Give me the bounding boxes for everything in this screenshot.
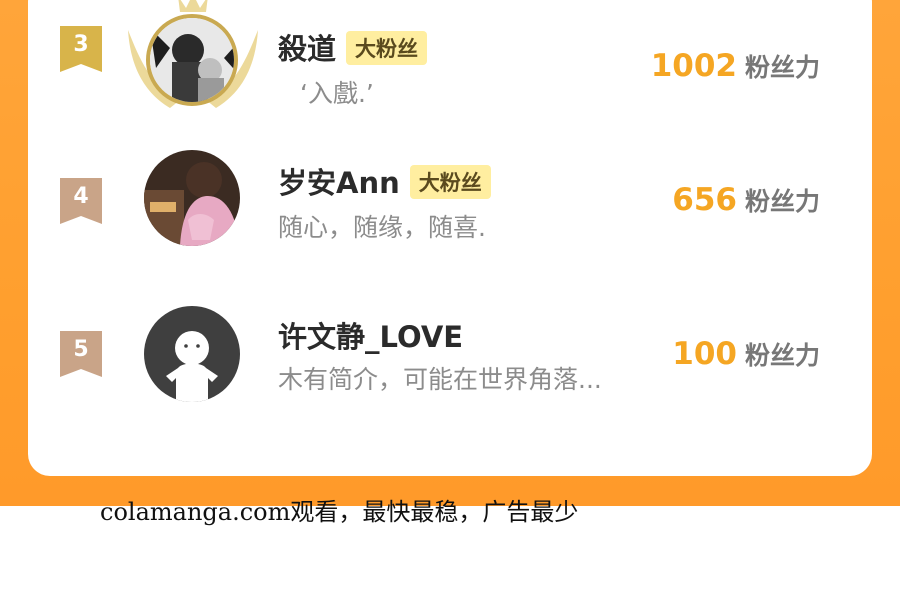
fan-power-unit: 粉丝力	[744, 187, 820, 216]
user-name[interactable]: 殺道 大粉丝	[278, 26, 428, 68]
rank-badge: 4	[60, 178, 102, 224]
watermark-text: colamanga.com观看，最快最稳，广告最少	[100, 498, 579, 526]
user-name-text: 岁安Ann	[278, 166, 400, 200]
default-avatar-icon	[144, 306, 240, 402]
fan-power-score: 1002 粉丝力	[651, 48, 820, 84]
fan-power-value: 656	[672, 182, 737, 218]
fan-power-unit: 粉丝力	[744, 341, 820, 370]
rank-badge: 3	[60, 26, 102, 72]
ranking-row-5[interactable]: 5 许文静_LOVE 木有简介，可能在世界角落... 100 粉丝力	[28, 306, 872, 446]
user-name-text: 许文静_LOVE	[278, 320, 464, 354]
user-name[interactable]: 岁安Ann 大粉丝	[278, 160, 491, 202]
avatar[interactable]	[144, 150, 240, 246]
default-avatar[interactable]	[144, 306, 240, 402]
fan-power-score: 656 粉丝力	[672, 182, 820, 218]
user-bio: ‘入戲.’	[300, 79, 374, 108]
fan-level-badge: 大粉丝	[346, 31, 428, 65]
avatar-image	[144, 150, 240, 246]
fan-power-unit: 粉丝力	[744, 53, 820, 82]
fan-power-value: 1002	[650, 48, 737, 84]
rank-number: 5	[73, 337, 89, 362]
ranking-row-3[interactable]: 3 殺道 大粉丝 ‘入戲.’ 1002 粉丝力	[28, 0, 872, 140]
user-bio: 木有简介，可能在世界角落...	[278, 365, 602, 394]
rank-badge: 5	[60, 331, 102, 377]
fan-power-score: 100 粉丝力	[672, 336, 820, 372]
fan-level-badge: 大粉丝	[409, 165, 491, 199]
avatar[interactable]	[146, 14, 238, 106]
ranking-row-4[interactable]: 4 岁安Ann 大粉丝 随心，随缘，随喜. 656 粉丝力	[28, 150, 872, 292]
ranking-card: 3 殺道 大粉丝 ‘入戲.’ 1002 粉丝力 4 岁安Ann 大粉丝 随心，随…	[28, 0, 872, 476]
fan-power-value: 100	[672, 336, 737, 372]
rank-number: 4	[73, 184, 89, 209]
rank-number: 3	[73, 32, 89, 57]
user-name[interactable]: 许文静_LOVE	[278, 314, 463, 356]
user-name-text: 殺道	[278, 32, 337, 66]
user-bio: 随心，随缘，随喜.	[278, 213, 486, 242]
